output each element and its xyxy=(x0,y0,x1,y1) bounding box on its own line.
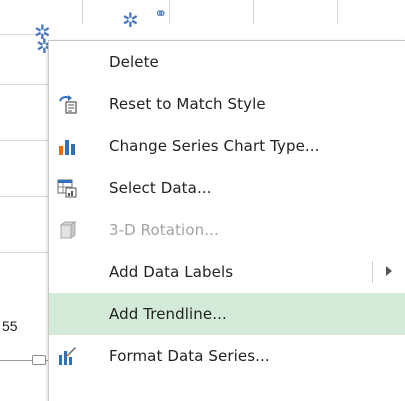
gridline xyxy=(0,252,48,253)
cell-value: 55 xyxy=(2,318,18,334)
menu-item-label: Reset to Match Style xyxy=(109,95,266,113)
format-series-icon xyxy=(57,346,77,366)
gridline xyxy=(0,84,48,85)
gridline xyxy=(0,140,48,141)
series-point-marker[interactable]: ⚭ xyxy=(154,4,167,24)
menu-item-add-trendline[interactable]: Add Trendline... xyxy=(49,293,405,335)
menu-item-label: Select Data... xyxy=(109,179,212,197)
menu-item-add-data-labels[interactable]: Add Data Labels xyxy=(49,251,405,293)
series-context-menu: Delete Reset to Match Style Change Serie… xyxy=(48,40,405,401)
3d-rotation-icon xyxy=(57,220,77,240)
menu-item-label: Add Trendline... xyxy=(109,305,227,323)
menu-item-label: 3-D Rotation... xyxy=(109,221,219,239)
zoom-slider-thumb[interactable] xyxy=(32,355,46,365)
submenu-arrow-icon xyxy=(386,266,392,276)
gridline xyxy=(82,0,83,24)
gridline xyxy=(337,0,338,24)
select-data-icon xyxy=(57,178,77,198)
gridline xyxy=(0,196,48,197)
menu-item-change-series-chart-type[interactable]: Change Series Chart Type... xyxy=(49,125,405,167)
submenu-divider xyxy=(372,261,373,283)
menu-item-label: Delete xyxy=(109,53,159,71)
menu-item-label: Format Data Series... xyxy=(109,347,270,365)
gridline xyxy=(253,0,254,24)
menu-item-reset-to-match-style[interactable]: Reset to Match Style xyxy=(49,83,405,125)
menu-item-label: Change Series Chart Type... xyxy=(109,137,320,155)
menu-item-label: Add Data Labels xyxy=(109,263,234,281)
menu-item-delete[interactable]: Delete xyxy=(49,41,405,83)
menu-item-format-data-series[interactable]: Format Data Series... xyxy=(49,335,405,377)
menu-item-3d-rotation[interactable]: 3-D Rotation... xyxy=(49,209,405,251)
menu-item-select-data[interactable]: Select Data... xyxy=(49,167,405,209)
reset-style-icon xyxy=(57,94,77,114)
gridline xyxy=(169,0,170,24)
series-point-marker[interactable]: ✲ xyxy=(122,10,139,30)
chart-type-icon xyxy=(57,136,77,156)
